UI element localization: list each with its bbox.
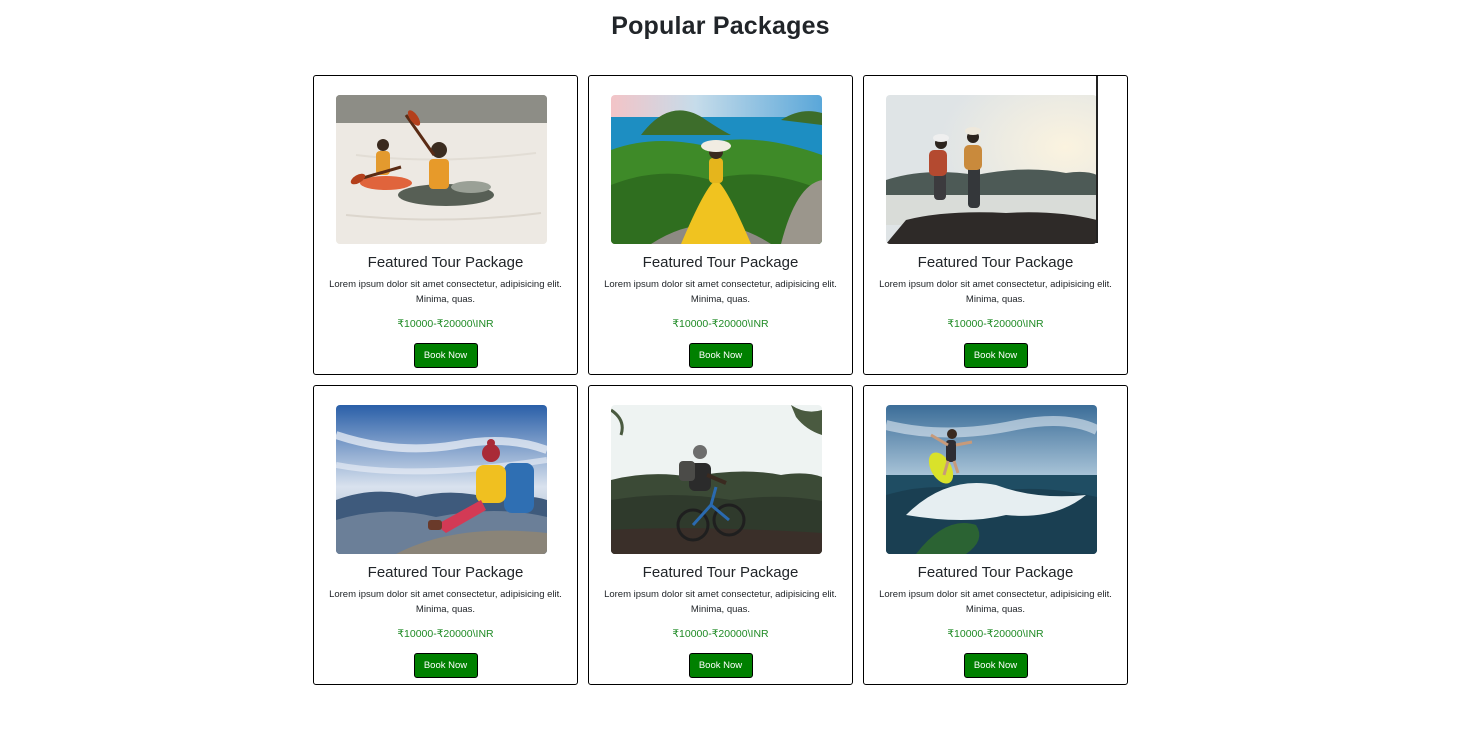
book-now-button[interactable]: Book Now [963, 343, 1028, 368]
package-description: Lorem ipsum dolor sit amet consectetur, … [329, 279, 562, 305]
package-title: Featured Tour Package [367, 564, 524, 581]
package-price: ₹10000-₹20000\INR [947, 318, 1044, 330]
book-now-button[interactable]: Book Now [688, 343, 753, 368]
page-title: Popular Packages [611, 12, 830, 40]
wakesurfer-photo [886, 405, 1097, 554]
package-description: Lorem ipsum dolor sit amet consectetur, … [879, 279, 1112, 305]
book-now-button[interactable]: Book Now [413, 653, 478, 678]
package-description: Lorem ipsum dolor sit amet consectetur, … [329, 589, 562, 615]
package-price: ₹10000-₹20000\INR [672, 628, 769, 640]
package-card: Featured Tour Package Lorem ipsum dolor … [863, 75, 1128, 375]
package-card: Featured Tour Package Lorem ipsum dolor … [588, 385, 853, 685]
package-price: ₹10000-₹20000\INR [397, 318, 494, 330]
package-card: Featured Tour Package Lorem ipsum dolor … [588, 75, 853, 375]
package-title: Featured Tour Package [642, 254, 799, 271]
hikers-lake-photo [886, 95, 1097, 244]
package-price: ₹10000-₹20000\INR [947, 628, 1044, 640]
book-now-button[interactable]: Book Now [963, 653, 1028, 678]
book-now-button[interactable]: Book Now [413, 343, 478, 368]
kayaking-photo [336, 95, 547, 244]
package-description: Lorem ipsum dolor sit amet consectetur, … [604, 589, 837, 615]
package-title: Featured Tour Package [367, 254, 524, 271]
package-title: Featured Tour Package [917, 254, 1074, 271]
package-title: Featured Tour Package [642, 564, 799, 581]
island-view-photo [611, 95, 822, 244]
package-card: Featured Tour Package Lorem ipsum dolor … [313, 75, 578, 375]
package-card: Featured Tour Package Lorem ipsum dolor … [313, 385, 578, 685]
package-description: Lorem ipsum dolor sit amet consectetur, … [604, 279, 837, 305]
mountain-hiker-photo [336, 405, 547, 554]
package-title: Featured Tour Package [917, 564, 1074, 581]
packages-grid: Featured Tour Package Lorem ipsum dolor … [313, 75, 1128, 685]
book-now-button[interactable]: Book Now [688, 653, 753, 678]
package-price: ₹10000-₹20000\INR [397, 628, 494, 640]
package-description: Lorem ipsum dolor sit amet consectetur, … [879, 589, 1112, 615]
package-price: ₹10000-₹20000\INR [672, 318, 769, 330]
image-edge-divider [1096, 76, 1098, 243]
package-card: Featured Tour Package Lorem ipsum dolor … [863, 385, 1128, 685]
mountain-biker-photo [611, 405, 822, 554]
